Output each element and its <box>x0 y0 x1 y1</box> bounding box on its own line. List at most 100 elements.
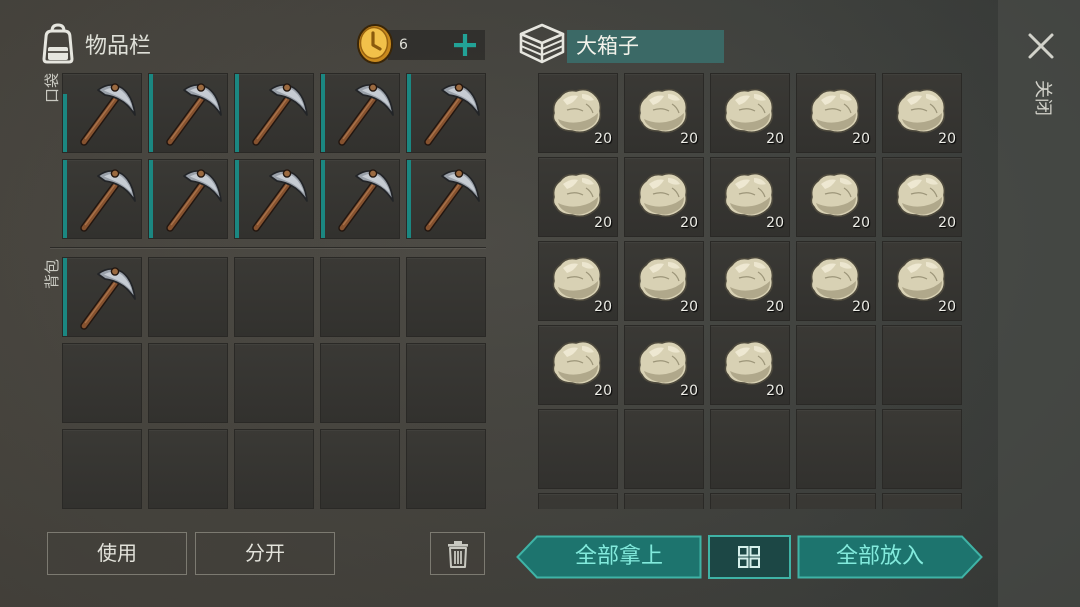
slot-stone[interactable]: 20 <box>538 157 618 237</box>
slot-empty[interactable] <box>320 429 400 509</box>
slot-stone[interactable]: 20 <box>624 325 704 405</box>
slot-pickaxe[interactable] <box>406 159 486 239</box>
slot-stone[interactable]: 20 <box>624 73 704 153</box>
chest-grid[interactable]: 20 20 20 20 20 20 20 20 20 20 20 20 20 20 20 20 20 20 <box>538 73 962 509</box>
slot-empty[interactable] <box>406 429 486 509</box>
slot-stone[interactable]: 20 <box>710 73 790 153</box>
item-count: 20 <box>680 383 698 399</box>
split-button-label: 分开 <box>245 541 285 565</box>
backpack-grid <box>62 257 486 509</box>
slot-empty[interactable] <box>882 325 962 405</box>
split-button[interactable]: 分开 <box>195 532 335 575</box>
use-button-label: 使用 <box>97 541 137 565</box>
slot-empty[interactable] <box>406 343 486 423</box>
slot-empty[interactable] <box>882 493 962 509</box>
inventory-title: 物品栏 <box>85 34 152 59</box>
slot-stone[interactable]: 20 <box>882 73 962 153</box>
slot-stone[interactable]: 20 <box>710 325 790 405</box>
item-count: 20 <box>766 131 784 147</box>
slot-empty[interactable] <box>320 257 400 337</box>
close-button[interactable]: 关闭 <box>1020 28 1064 132</box>
slot-pickaxe[interactable] <box>148 73 228 153</box>
item-count: 20 <box>938 215 956 231</box>
slot-stone[interactable]: 20 <box>882 157 962 237</box>
slot-pickaxe[interactable] <box>406 73 486 153</box>
item-count: 20 <box>680 131 698 147</box>
slot-pickaxe[interactable] <box>234 73 314 153</box>
close-label: 关闭 <box>1032 80 1053 116</box>
pickaxe-icon <box>424 169 480 232</box>
slot-pickaxe[interactable] <box>234 159 314 239</box>
slot-stone[interactable]: 20 <box>710 241 790 321</box>
slot-stone[interactable]: 20 <box>710 157 790 237</box>
pickaxe-icon <box>252 83 308 146</box>
slot-empty[interactable] <box>538 409 618 489</box>
plus-icon[interactable] <box>453 33 477 57</box>
use-button[interactable]: 使用 <box>47 532 187 575</box>
item-count: 20 <box>594 299 612 315</box>
slot-empty[interactable] <box>320 343 400 423</box>
slot-empty[interactable] <box>148 429 228 509</box>
slot-stone[interactable]: 20 <box>538 325 618 405</box>
slot-pickaxe[interactable] <box>62 73 142 153</box>
backpack-label: 背包 <box>43 259 61 290</box>
slot-empty[interactable] <box>406 257 486 337</box>
pickaxe-icon <box>80 169 136 232</box>
slot-empty[interactable] <box>234 429 314 509</box>
put-all-button[interactable]: 全部放入 <box>797 535 983 579</box>
pickaxe-icon <box>80 83 136 146</box>
slot-stone[interactable]: 20 <box>538 241 618 321</box>
take-all-button[interactable]: 全部拿上 <box>516 535 702 579</box>
slot-stone[interactable]: 20 <box>538 73 618 153</box>
slot-empty[interactable] <box>234 343 314 423</box>
slot-stone[interactable]: 20 <box>796 73 876 153</box>
trash-button[interactable] <box>430 532 485 575</box>
slot-empty[interactable] <box>148 343 228 423</box>
slot-empty[interactable] <box>148 257 228 337</box>
grid-icon <box>738 546 760 568</box>
slot-pickaxe[interactable] <box>62 257 142 337</box>
item-count: 20 <box>938 131 956 147</box>
slot-empty[interactable] <box>796 493 876 509</box>
item-count: 20 <box>766 299 784 315</box>
item-count: 20 <box>680 299 698 315</box>
close-icon <box>1028 33 1054 59</box>
slot-empty[interactable] <box>796 409 876 489</box>
coin-icon <box>357 24 393 64</box>
take-all-label: 全部拿上 <box>574 544 663 569</box>
slot-empty[interactable] <box>62 343 142 423</box>
put-all-label: 全部放入 <box>835 544 924 569</box>
slot-empty[interactable] <box>624 493 704 509</box>
item-count: 20 <box>594 131 612 147</box>
item-count: 20 <box>594 383 612 399</box>
pickaxe-icon <box>338 169 394 232</box>
item-count: 20 <box>766 215 784 231</box>
slot-empty[interactable] <box>538 493 618 509</box>
slot-stone[interactable]: 20 <box>796 241 876 321</box>
pickaxe-icon <box>80 267 136 330</box>
slot-empty[interactable] <box>62 429 142 509</box>
slot-stone[interactable]: 20 <box>796 157 876 237</box>
section-divider <box>50 247 486 248</box>
trash-icon <box>448 541 468 568</box>
chest-name-field[interactable]: 大箱子 <box>567 30 724 63</box>
slot-pickaxe[interactable] <box>62 159 142 239</box>
item-count: 20 <box>852 299 870 315</box>
slot-pickaxe[interactable] <box>320 159 400 239</box>
slot-empty[interactable] <box>710 409 790 489</box>
sort-button[interactable] <box>708 535 791 579</box>
slot-stone[interactable]: 20 <box>624 157 704 237</box>
pickaxe-icon <box>252 169 308 232</box>
slot-pickaxe[interactable] <box>320 73 400 153</box>
item-count: 20 <box>766 383 784 399</box>
pickaxe-icon <box>424 83 480 146</box>
slot-empty[interactable] <box>624 409 704 489</box>
slot-stone[interactable]: 20 <box>882 241 962 321</box>
coin-count: 6 <box>399 37 408 53</box>
slot-pickaxe[interactable] <box>148 159 228 239</box>
slot-empty[interactable] <box>796 325 876 405</box>
slot-empty[interactable] <box>234 257 314 337</box>
slot-empty[interactable] <box>882 409 962 489</box>
slot-stone[interactable]: 20 <box>624 241 704 321</box>
slot-empty[interactable] <box>710 493 790 509</box>
